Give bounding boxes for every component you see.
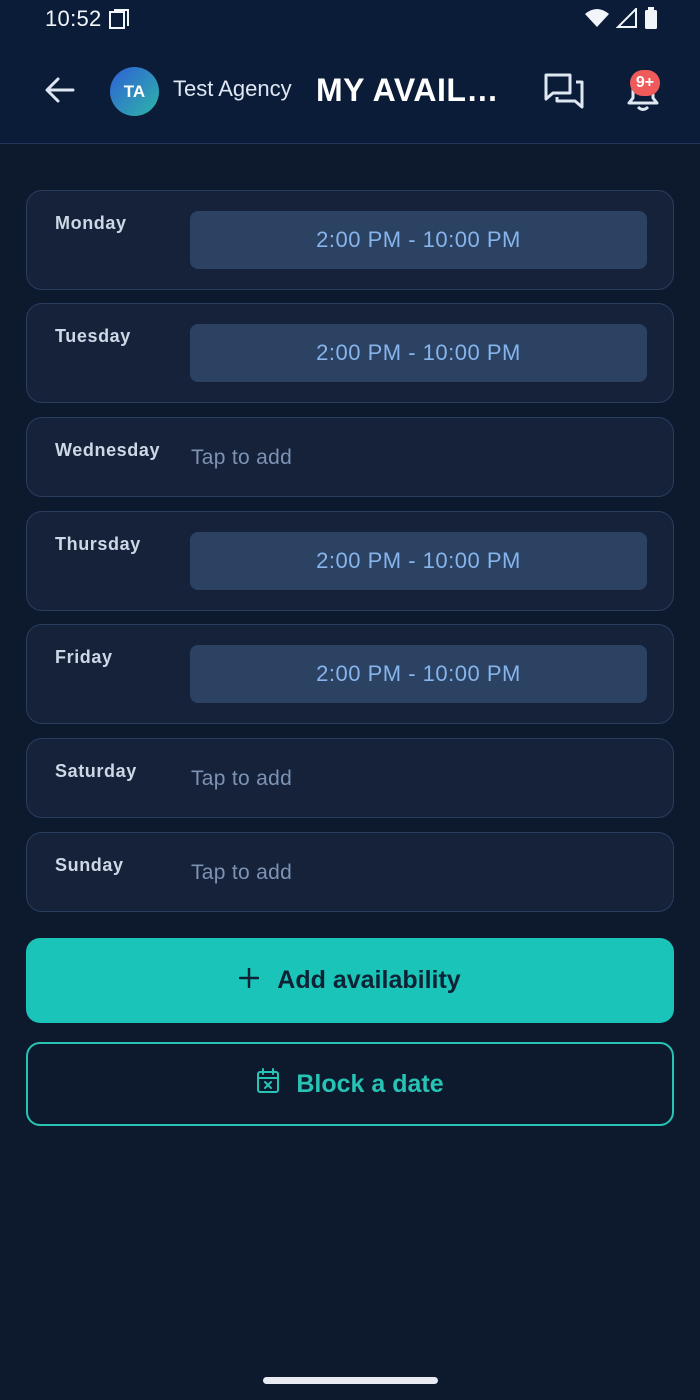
status-bar: 10:52 (0, 0, 700, 40)
status-time: 10:52 (45, 6, 102, 31)
day-card-sunday[interactable]: Sunday Tap to add (26, 832, 674, 912)
status-icons (584, 6, 658, 34)
day-label: Tuesday (55, 326, 131, 346)
time-slot[interactable]: 2:00 PM - 10:00 PM (190, 532, 647, 590)
wifi-icon (584, 8, 610, 33)
bell-icon (623, 77, 663, 118)
chat-button[interactable] (543, 72, 585, 112)
chat-icon (543, 73, 585, 116)
calendar-x-icon (256, 1067, 280, 1101)
avatar[interactable]: TA (110, 67, 159, 116)
add-availability-label: Add availability (277, 966, 461, 994)
day-label: Thursday (55, 534, 141, 554)
tap-to-add[interactable]: Tap to add (191, 446, 292, 470)
day-label: Sunday (55, 855, 124, 875)
block-date-label: Block a date (296, 1069, 444, 1098)
battery-icon (644, 7, 658, 34)
day-card-thursday[interactable]: Thursday 2:00 PM - 10:00 PM (26, 511, 674, 611)
day-label: Friday (55, 647, 113, 667)
agency-name: Test Agency (173, 76, 292, 101)
app-bar: TA Test Agency MY AVAILABILITY 9+ (0, 40, 700, 144)
page-title: MY AVAILABILITY (316, 72, 512, 108)
time-slot[interactable]: 2:00 PM - 10:00 PM (190, 645, 647, 703)
day-label: Wednesday (55, 440, 161, 460)
add-availability-button[interactable]: Add availability (26, 938, 674, 1023)
day-card-wednesday[interactable]: Wednesday Tap to add (26, 417, 674, 497)
day-card-friday[interactable]: Friday 2:00 PM - 10:00 PM (26, 624, 674, 724)
block-date-button[interactable]: Block a date (26, 1042, 674, 1126)
time-slot[interactable]: 2:00 PM - 10:00 PM (190, 324, 647, 382)
arrow-left-icon (45, 77, 75, 108)
day-card-saturday[interactable]: Saturday Tap to add (26, 738, 674, 818)
day-card-monday[interactable]: Monday 2:00 PM - 10:00 PM (26, 190, 674, 290)
day-label: Monday (55, 213, 127, 233)
avatar-initials: TA (123, 81, 146, 101)
notification-badge: 9+ (630, 70, 660, 96)
tap-to-add[interactable]: Tap to add (191, 861, 292, 885)
tap-to-add[interactable]: Tap to add (191, 767, 292, 791)
back-button[interactable] (40, 72, 80, 112)
plus-icon (239, 966, 260, 995)
home-indicator[interactable] (263, 1377, 438, 1384)
day-card-tuesday[interactable]: Tuesday 2:00 PM - 10:00 PM (26, 303, 674, 403)
time-slot[interactable]: 2:00 PM - 10:00 PM (190, 211, 647, 269)
signal-icon (615, 6, 638, 33)
day-label: Saturday (55, 761, 137, 781)
sim-icon (108, 8, 130, 30)
